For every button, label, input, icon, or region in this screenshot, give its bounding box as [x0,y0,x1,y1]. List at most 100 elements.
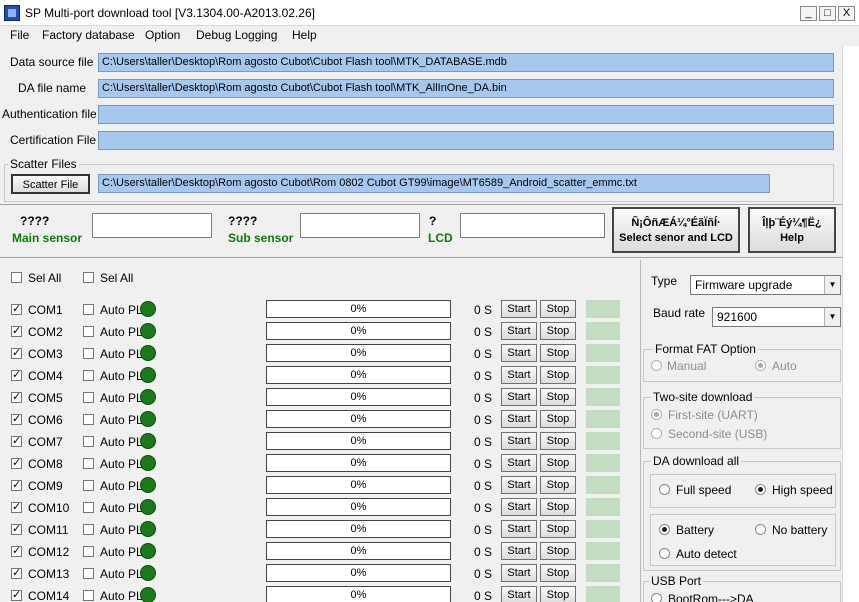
start-button[interactable]: Start [501,498,537,516]
minimize-button[interactable]: _ [800,6,817,21]
auto-detect-radio[interactable] [659,548,670,559]
start-button[interactable]: Start [501,388,537,406]
stop-button[interactable]: Stop [540,300,576,318]
type-select[interactable]: Firmware upgrade ▼ [690,275,841,295]
elapsed-time: 0 S [474,325,493,339]
com-checkbox[interactable]: ✓ [11,392,22,403]
stop-button[interactable]: Stop [540,564,576,582]
auto-pl-checkbox[interactable] [83,480,94,491]
start-button[interactable]: Start [501,300,537,318]
auto-pl-checkbox[interactable] [83,392,94,403]
stop-button[interactable]: Stop [540,520,576,538]
stop-button[interactable]: Stop [540,454,576,472]
auto-pl-label: Auto PL [100,303,143,317]
start-button[interactable]: Start [501,586,537,602]
com-checkbox[interactable]: ✓ [11,370,22,381]
auto-pl-checkbox[interactable] [83,370,94,381]
battery-radio[interactable] [659,524,670,535]
progress-bar: 0% [266,454,451,472]
cert-file-field[interactable] [98,131,834,150]
full-speed-radio[interactable] [659,484,670,495]
auto-pl-checkbox[interactable] [83,502,94,513]
start-button[interactable]: Start [501,366,537,384]
auth-file-field[interactable] [98,105,834,124]
com-checkbox[interactable]: ✓ [11,304,22,315]
auto-pl-checkbox[interactable] [83,414,94,425]
menu-help[interactable]: Help [292,28,317,42]
stop-button[interactable]: Stop [540,542,576,560]
port-status-indicator [586,300,620,318]
scatter-file-field[interactable]: C:\Users\taller\Desktop\Rom agosto Cubot… [98,174,770,193]
elapsed-time: 0 S [474,303,493,317]
com-checkbox[interactable]: ✓ [11,502,22,513]
com-checkbox[interactable]: ✓ [11,326,22,337]
menu-option[interactable]: Option [145,28,180,42]
menu-factory-database[interactable]: Factory database [42,28,135,42]
start-button[interactable]: Start [501,476,537,494]
stop-button[interactable]: Stop [540,366,576,384]
stop-button[interactable]: Stop [540,498,576,516]
auto-pl-checkbox[interactable] [83,304,94,315]
com-checkbox[interactable]: ✓ [11,458,22,469]
com-checkbox[interactable]: ✓ [11,524,22,535]
auto-pl-checkbox[interactable] [83,590,94,601]
com-port-label: COM9 [28,479,63,493]
stop-button[interactable]: Stop [540,344,576,362]
stop-button[interactable]: Stop [540,476,576,494]
format-fat-manual-radio[interactable] [651,360,662,371]
start-button[interactable]: Start [501,520,537,538]
start-button[interactable]: Start [501,454,537,472]
status-led-icon [140,521,156,537]
start-button[interactable]: Start [501,344,537,362]
auto-pl-label: Auto PL [100,413,143,427]
com-checkbox[interactable]: ✓ [11,414,22,425]
stop-button[interactable]: Stop [540,410,576,428]
com-port-label: COM4 [28,369,63,383]
elapsed-time: 0 S [474,589,493,602]
com-checkbox[interactable]: ✓ [11,568,22,579]
select-button-label: Select senor and LCD [619,232,733,244]
select-sensor-lcd-button[interactable]: Ñ¡ÔñÆÁ¼°ÉãÏñÍ· Select senor and LCD [612,207,740,253]
scrollbar[interactable] [842,46,859,602]
help-button[interactable]: Îļþ¨Éý¼¶Ë¿ Help [748,207,836,253]
auto-pl-checkbox[interactable] [83,458,94,469]
bootrom-da-radio[interactable] [651,593,662,602]
data-source-field[interactable]: C:\Users\taller\Desktop\Rom agosto Cubot… [98,53,834,72]
elapsed-time: 0 S [474,369,493,383]
auto-pl-checkbox[interactable] [83,568,94,579]
sel-all-auto-checkbox[interactable] [83,272,94,283]
auto-pl-checkbox[interactable] [83,524,94,535]
auto-pl-checkbox[interactable] [83,436,94,447]
close-button[interactable]: X [838,6,855,21]
auto-pl-checkbox[interactable] [83,546,94,557]
com-checkbox[interactable]: ✓ [11,590,22,601]
baud-rate-select[interactable]: 921600 ▼ [712,307,841,327]
auto-pl-checkbox[interactable] [83,348,94,359]
main-sensor-label: Main sensor [12,231,83,245]
com-checkbox[interactable]: ✓ [11,348,22,359]
second-site-radio[interactable] [651,428,662,439]
start-button[interactable]: Start [501,564,537,582]
start-button[interactable]: Start [501,410,537,428]
auto-pl-checkbox[interactable] [83,326,94,337]
format-fat-auto-radio[interactable] [755,360,766,371]
scatter-file-button[interactable]: Scatter File [11,174,90,194]
com-checkbox[interactable]: ✓ [11,546,22,557]
stop-button[interactable]: Stop [540,432,576,450]
com-checkbox[interactable]: ✓ [11,436,22,447]
stop-button[interactable]: Stop [540,586,576,602]
stop-button[interactable]: Stop [540,388,576,406]
maximize-button[interactable]: □ [819,6,836,21]
stop-button[interactable]: Stop [540,322,576,340]
high-speed-radio[interactable] [755,484,766,495]
no-battery-radio[interactable] [755,524,766,535]
sel-all-com-checkbox[interactable] [11,272,22,283]
start-button[interactable]: Start [501,432,537,450]
start-button[interactable]: Start [501,322,537,340]
start-button[interactable]: Start [501,542,537,560]
menu-file[interactable]: File [10,28,29,42]
com-checkbox[interactable]: ✓ [11,480,22,491]
da-file-field[interactable]: C:\Users\taller\Desktop\Rom agosto Cubot… [98,79,834,98]
first-site-radio[interactable] [651,409,662,420]
menu-debug-logging[interactable]: Debug Logging [196,28,277,42]
